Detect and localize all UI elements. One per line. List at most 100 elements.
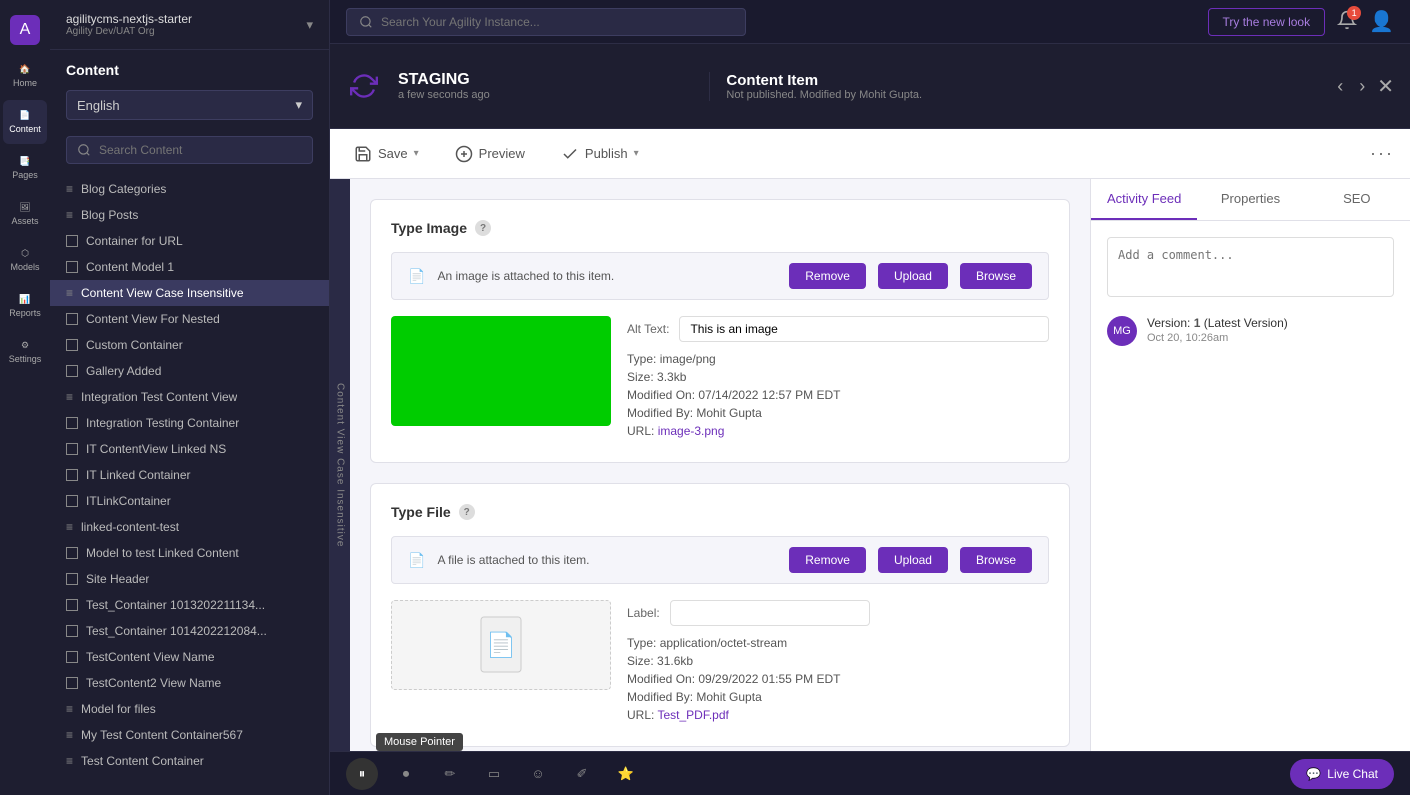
bottom-pen-icon[interactable]: ✏	[434, 758, 466, 790]
prev-button[interactable]: ‹	[1333, 72, 1347, 101]
preview-button[interactable]: Preview	[447, 141, 533, 167]
sidebar-item-label: ITLinkContainer	[86, 494, 171, 508]
search-icon	[77, 143, 91, 157]
top-bar: Try the new look 1 👤	[330, 0, 1410, 44]
notifications-icon[interactable]: 1	[1337, 10, 1357, 33]
try-new-button[interactable]: Try the new look	[1208, 8, 1326, 36]
user-icon[interactable]: 👤	[1369, 9, 1394, 34]
sidebar-item-content-model-1[interactable]: Content Model 1	[50, 254, 329, 280]
tab-activity-feed[interactable]: Activity Feed	[1091, 179, 1197, 220]
sidebar-item-test-content-container[interactable]: ≡Test Content Container	[50, 748, 329, 774]
close-button[interactable]: ✕	[1377, 74, 1394, 99]
image-remove-button[interactable]: Remove	[789, 263, 866, 289]
expand-icon[interactable]: ▾	[306, 17, 313, 33]
bottom-emoji-icon[interactable]: ☺	[522, 758, 554, 790]
nav-settings-label: Settings	[9, 354, 42, 364]
image-upload-button[interactable]: Upload	[878, 263, 948, 289]
save-button[interactable]: Save ▾	[346, 141, 427, 167]
nav-settings[interactable]: ⚙ Settings	[3, 330, 47, 374]
file-upload-button[interactable]: Upload	[878, 547, 948, 573]
sidebar-item-gallery-added[interactable]: Gallery Added	[50, 358, 329, 384]
nav-assets[interactable]: 🖼 Assets	[3, 192, 47, 236]
sidebar-item-testcontent2-view-name[interactable]: TestContent2 View Name	[50, 670, 329, 696]
image-meta: Alt Text: Type: image/png Size: 3.3kb Mo…	[627, 316, 1049, 442]
box-icon	[66, 313, 78, 325]
box-icon	[66, 469, 78, 481]
chat-icon: 💬	[1306, 767, 1321, 781]
sidebar-item-it-linked[interactable]: IT Linked Container	[50, 462, 329, 488]
file-label-row: Label:	[627, 600, 1049, 626]
file-small-icon: 📄	[408, 268, 425, 285]
file-preview: 📄	[391, 600, 611, 690]
comment-input[interactable]	[1107, 237, 1394, 297]
nav-models-label: Models	[10, 262, 39, 272]
sidebar-item-label: Gallery Added	[86, 364, 161, 378]
sidebar-item-content-view-nested[interactable]: Content View For Nested	[50, 306, 329, 332]
nav-pages[interactable]: 📑 Pages	[3, 146, 47, 190]
save-icon	[354, 145, 372, 163]
sidebar-item-linked-content-test[interactable]: ≡linked-content-test	[50, 514, 329, 540]
list-icon: ≡	[66, 182, 73, 196]
publish-button[interactable]: Publish ▾	[553, 141, 647, 167]
language-select[interactable]: English ▾	[66, 90, 313, 120]
bottom-edit-icon[interactable]: ✐	[566, 758, 598, 790]
version-entry: MG Version: 1 (Latest Version) Oct 20, 1…	[1107, 316, 1394, 346]
sidebar-item-itlink-container[interactable]: ITLinkContainer	[50, 488, 329, 514]
sidebar-item-custom-container[interactable]: Custom Container	[50, 332, 329, 358]
global-search-input[interactable]	[381, 15, 733, 29]
more-options-button[interactable]: ···	[1370, 143, 1394, 164]
list-icon: ≡	[66, 208, 73, 222]
sidebar-item-integration-testing[interactable]: Integration Testing Container	[50, 410, 329, 436]
activity-panel: Activity Feed Properties SEO MG Version:…	[1090, 179, 1410, 751]
sidebar: agilitycms-nextjs-starter Agility Dev/UA…	[50, 0, 330, 795]
sidebar-item-blog-posts[interactable]: ≡ Blog Posts	[50, 202, 329, 228]
toolbar-right: ···	[1370, 143, 1394, 164]
search-icon	[359, 15, 373, 29]
nav-home[interactable]: 🏠 Home	[3, 54, 47, 98]
bottom-star-icon[interactable]: ⭐	[610, 758, 642, 790]
sidebar-item-label: Blog Posts	[81, 208, 138, 222]
bottom-stop-icon[interactable]: ⏺	[390, 758, 422, 790]
sidebar-item-my-test-content[interactable]: ≡My Test Content Container567	[50, 722, 329, 748]
sidebar-item-blog-categories[interactable]: ≡Blog Categories	[50, 176, 329, 202]
bottom-pause-icon[interactable]: ⏸	[346, 758, 378, 790]
nav-content[interactable]: 📄 Content	[3, 100, 47, 144]
nav-models[interactable]: ⬡ Models	[3, 238, 47, 282]
nav-reports[interactable]: 📊 Reports	[3, 284, 47, 328]
file-url-link[interactable]: Test_PDF.pdf	[657, 708, 728, 722]
icon-nav: A 🏠 Home 📄 Content 📑 Pages 🖼 Assets ⬡ Mo…	[0, 0, 50, 795]
box-icon	[66, 495, 78, 507]
sidebar-item-model-linked[interactable]: Model to test Linked Content	[50, 540, 329, 566]
box-icon	[66, 599, 78, 611]
sidebar-item-label: TestContent2 View Name	[86, 676, 221, 690]
image-url-link[interactable]: image-3.png	[658, 424, 725, 438]
sidebar-item-container-for-url[interactable]: Container for URL	[50, 228, 329, 254]
next-button[interactable]: ›	[1355, 72, 1369, 101]
sidebar-item-model-for-files[interactable]: ≡Model for files	[50, 696, 329, 722]
type-image-help-icon[interactable]: ?	[475, 220, 491, 236]
file-browse-button[interactable]: Browse	[960, 547, 1032, 573]
tab-seo[interactable]: SEO	[1304, 179, 1410, 220]
top-bar-right: Try the new look 1 👤	[1208, 8, 1395, 36]
file-label-input[interactable]	[670, 600, 870, 626]
image-browse-button[interactable]: Browse	[960, 263, 1032, 289]
bottom-rectangle-icon[interactable]: ▭	[478, 758, 510, 790]
sidebar-item-test-container-2[interactable]: Test_Container 1014202212084...	[50, 618, 329, 644]
sidebar-item-it-contentview[interactable]: IT ContentView Linked NS	[50, 436, 329, 462]
live-chat-button[interactable]: 💬 Live Chat	[1290, 759, 1394, 789]
sidebar-item-integration-test[interactable]: ≡Integration Test Content View	[50, 384, 329, 410]
sidebar-item-content-view-case[interactable]: ≡Content View Case Insensitive	[50, 280, 329, 306]
content-panel: STAGING a few seconds ago Content Item N…	[330, 44, 1410, 751]
sidebar-item-test-container-1[interactable]: Test_Container 1013202211134...	[50, 592, 329, 618]
pages-icon: 📑	[19, 156, 30, 167]
sidebar-item-label: Integration Test Content View	[81, 390, 237, 404]
type-file-help-icon[interactable]: ?	[459, 504, 475, 520]
alt-text-input[interactable]	[679, 316, 1049, 342]
file-remove-button[interactable]: Remove	[789, 547, 866, 573]
sidebar-item-label: Container for URL	[86, 234, 183, 248]
tab-properties[interactable]: Properties	[1197, 179, 1303, 220]
sidebar-item-testcontent-view-name[interactable]: TestContent View Name	[50, 644, 329, 670]
app-logo-icon: A	[10, 15, 40, 45]
sidebar-item-site-header[interactable]: Site Header	[50, 566, 329, 592]
search-input[interactable]	[99, 143, 302, 157]
